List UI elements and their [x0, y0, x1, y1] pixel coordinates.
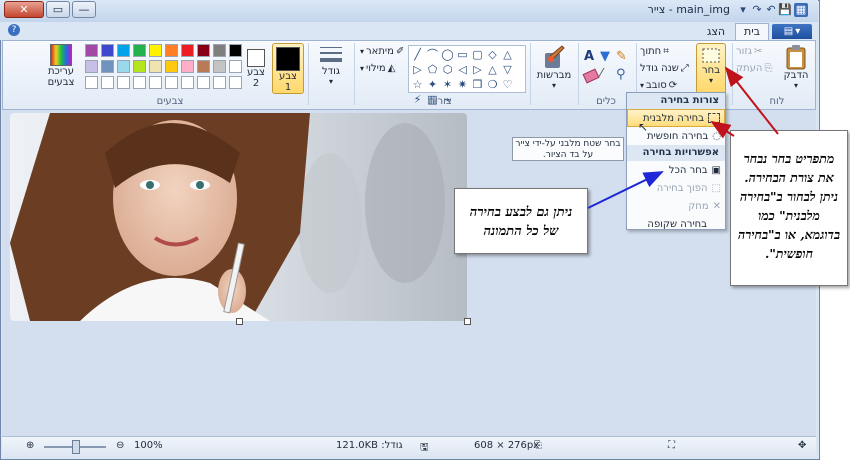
arrow-to-select-button	[724, 66, 779, 135]
arrow-to-rect-selection	[710, 120, 735, 139]
annotation-arrows	[587, 66, 779, 209]
arrow-to-select-all	[587, 171, 664, 209]
